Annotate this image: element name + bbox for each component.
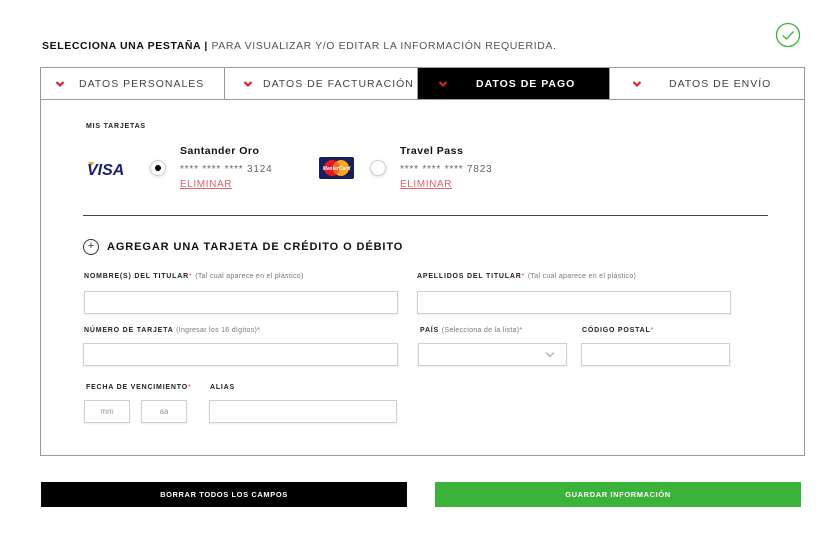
- card-number-santander: **** **** **** 3124: [180, 164, 273, 175]
- tab-label: DATOS PERSONALES: [79, 77, 205, 90]
- tab-label: DATOS DE PAGO: [476, 77, 576, 90]
- tab-datos-pago[interactable]: DATOS DE PAGO: [418, 68, 610, 99]
- card-number-travel-pass: **** **** **** 7823: [400, 164, 493, 175]
- expiration-label: FECHA DE VENCIMIENTO*: [86, 384, 192, 391]
- instruction-normal: PARA VISUALIZAR Y/O EDITAR LA INFORMACIÓ…: [211, 40, 557, 52]
- check-circle-icon: [775, 22, 801, 48]
- tab-bar: DATOS PERSONALES DATOS DE FACTURACIÓN DA…: [40, 67, 805, 100]
- last-name-label: APELLIDOS DEL TITULAR* (Tal cual aparece…: [417, 273, 637, 280]
- save-information-button[interactable]: GUARDAR INFORMACIÓN: [435, 482, 801, 507]
- card-select-radio-travel-pass[interactable]: [370, 160, 386, 176]
- country-select[interactable]: [418, 343, 567, 366]
- mastercard-logo: MasterCard: [319, 157, 354, 179]
- expiration-year-input[interactable]: [141, 400, 187, 423]
- postal-code-input[interactable]: [581, 343, 730, 366]
- country-label: PAÍS (Selecciona de la lista)*: [420, 327, 523, 334]
- visa-logo: VISA: [87, 162, 124, 177]
- tab-datos-facturacion[interactable]: DATOS DE FACTURACIÓN: [225, 68, 418, 99]
- postal-code-label: CÓDIGO POSTAL*: [582, 327, 655, 334]
- chevron-down-icon: [438, 80, 448, 87]
- card-name-travel-pass: Travel Pass: [400, 145, 464, 157]
- chevron-down-icon: [55, 80, 65, 87]
- mastercard-logo-text: MasterCard: [323, 166, 351, 172]
- alias-input[interactable]: [209, 400, 397, 423]
- chevron-down-icon: [632, 80, 642, 87]
- my-cards-title: MIS TARJETAS: [86, 123, 146, 130]
- delete-card-santander-link[interactable]: ELIMINAR: [180, 179, 232, 190]
- chevron-down-icon: [243, 80, 253, 87]
- radio-selected-dot: [155, 165, 161, 171]
- first-name-label: NOMBRE(S) DEL TITULAR* (Tal cual aparece…: [84, 273, 304, 280]
- plus-circle-icon[interactable]: +: [83, 239, 99, 255]
- card-number-input[interactable]: [83, 343, 398, 366]
- instruction-text: SELECCIONA UNA PESTAÑA | PARA VISUALIZAR…: [42, 40, 557, 52]
- alias-label: ALIAS: [210, 384, 235, 391]
- last-name-input[interactable]: [417, 291, 731, 314]
- card-number-label: NÚMERO DE TARJETA (Ingresar los 16 dígit…: [84, 327, 261, 334]
- instruction-bold: SELECCIONA UNA PESTAÑA |: [42, 40, 208, 52]
- first-name-input[interactable]: [84, 291, 398, 314]
- tab-label: DATOS DE ENVÍO: [669, 77, 772, 90]
- expiration-month-input[interactable]: [84, 400, 130, 423]
- chevron-down-icon: [545, 352, 555, 358]
- card-select-radio-santander[interactable]: [150, 160, 166, 176]
- delete-card-travel-pass-link[interactable]: ELIMINAR: [400, 179, 452, 190]
- add-card-title: AGREGAR UNA TARJETA DE CRÉDITO O DÉBITO: [107, 241, 404, 253]
- tab-datos-personales[interactable]: DATOS PERSONALES: [41, 68, 225, 99]
- clear-all-fields-button[interactable]: BORRAR TODOS LOS CAMPOS: [41, 482, 407, 507]
- card-name-santander: Santander Oro: [180, 145, 260, 157]
- visa-logo-text: VISA: [87, 162, 124, 177]
- tab-label: DATOS DE FACTURACIÓN: [263, 77, 414, 90]
- tab-datos-envio[interactable]: DATOS DE ENVÍO: [610, 68, 804, 99]
- section-divider: [83, 215, 768, 216]
